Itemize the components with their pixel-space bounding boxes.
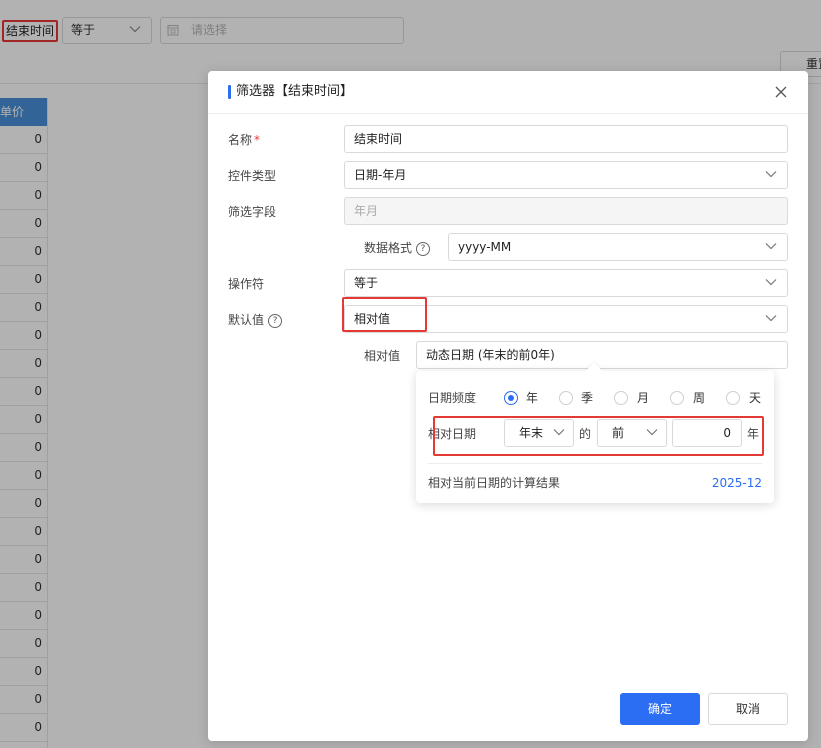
relative-value-value: 动态日期 (年末的前0年)	[426, 348, 555, 362]
filter-field-value: 年月	[354, 204, 379, 218]
direction-value: 前	[612, 426, 625, 440]
name-input[interactable]: 结束时间	[344, 125, 788, 153]
radio-quarter-label: 季	[581, 391, 594, 405]
relative-value-label: 相对值	[364, 349, 401, 363]
radio-year-label: 年	[526, 391, 539, 405]
operator-dialog-value: 等于	[354, 276, 379, 290]
default-value-select[interactable]: 相对值	[344, 305, 788, 333]
data-format-value: yyyy-MM	[458, 240, 512, 254]
name-label-text: 名称	[228, 133, 253, 147]
radio-month-label: 月	[637, 391, 650, 405]
filter-dialog: 筛选器【结束时间】 名称 * 结束时间 控件类型 日期-年月 筛选字段 年月 数据…	[208, 71, 808, 741]
anchor-value: 年末	[519, 426, 544, 440]
radio-day[interactable]	[726, 391, 740, 405]
radio-month[interactable]	[614, 391, 628, 405]
data-format-label-text: 数据格式	[364, 241, 413, 255]
control-type-select[interactable]: 日期-年月	[344, 161, 788, 189]
anchor-select[interactable]: 年末	[504, 419, 574, 447]
operator-label: 操作符	[228, 277, 265, 291]
chevron-down-icon	[765, 279, 777, 286]
unit-text: 年	[747, 427, 760, 441]
relative-date-label: 相对日期	[428, 427, 477, 441]
dialog-title: 筛选器【结束时间】	[236, 84, 354, 99]
radio-week[interactable]	[670, 391, 684, 405]
chevron-down-icon	[765, 171, 777, 178]
cancel-button[interactable]: 取消	[708, 693, 788, 725]
help-icon[interactable]: ?	[268, 313, 283, 328]
offset-value: 0	[723, 426, 731, 440]
of-text: 的	[579, 427, 592, 441]
filter-field-label: 筛选字段	[228, 205, 277, 219]
radio-year[interactable]	[504, 391, 518, 405]
relative-value-input[interactable]: 动态日期 (年末的前0年)	[416, 341, 788, 369]
popover-divider	[428, 463, 762, 464]
radio-quarter[interactable]	[559, 391, 573, 405]
dialog-header: 筛选器【结束时间】	[208, 71, 808, 114]
radio-week-label: 周	[693, 391, 706, 405]
data-format-label: 数据格式?	[364, 240, 431, 256]
default-value-label-text: 默认值	[228, 313, 265, 327]
relative-date-popover: 日期频度 年 季 月 周 天 相对日期 年末 的 前 0 年 相对当前日期的计算…	[416, 362, 774, 503]
control-type-value: 日期-年月	[354, 168, 407, 182]
chevron-down-icon	[765, 243, 777, 250]
name-input-value: 结束时间	[354, 132, 403, 146]
chevron-down-icon	[646, 429, 658, 436]
control-type-label: 控件类型	[228, 169, 277, 183]
close-icon[interactable]	[774, 85, 788, 99]
data-format-select[interactable]: yyyy-MM	[448, 233, 788, 261]
operator-dialog-select[interactable]: 等于	[344, 269, 788, 297]
offset-number-input[interactable]: 0	[672, 419, 742, 447]
date-frequency-label: 日期频度	[428, 391, 477, 405]
chevron-down-icon	[765, 315, 777, 322]
result-label: 相对当前日期的计算结果	[428, 476, 561, 490]
filter-field-input: 年月	[344, 197, 788, 225]
name-label: 名称 *	[228, 132, 260, 148]
help-icon[interactable]: ?	[416, 241, 431, 256]
title-accent-bar	[228, 85, 231, 99]
default-value-label: 默认值?	[228, 312, 283, 328]
result-value: 2025-12	[711, 476, 762, 490]
default-value-value: 相对值	[354, 312, 391, 326]
required-mark: *	[254, 133, 261, 147]
direction-select[interactable]: 前	[597, 419, 667, 447]
confirm-button[interactable]: 确定	[620, 693, 700, 725]
chevron-down-icon	[553, 429, 565, 436]
radio-day-label: 天	[749, 391, 762, 405]
